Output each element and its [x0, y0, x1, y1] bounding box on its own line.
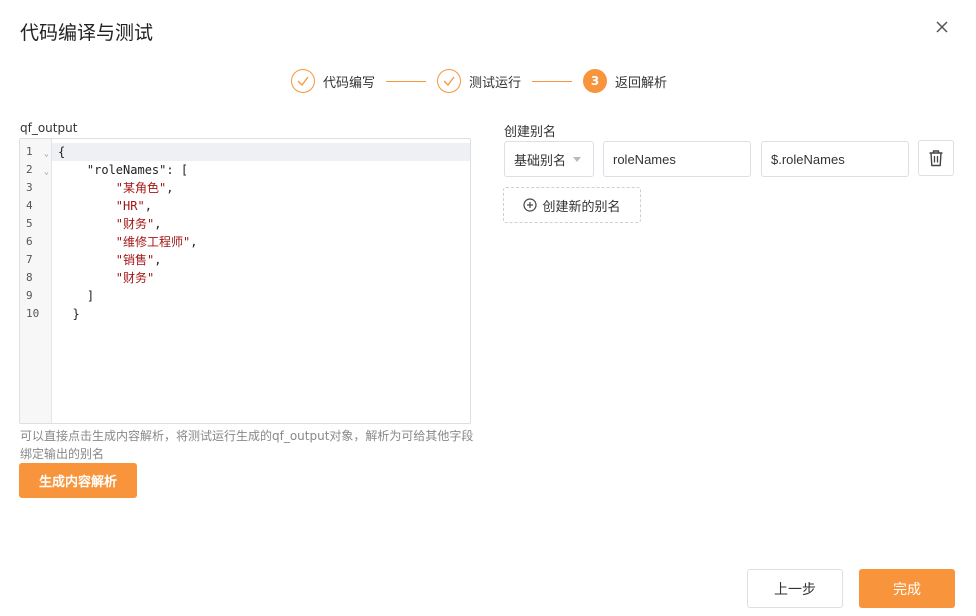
code-line: "财务", — [58, 215, 162, 233]
add-alias-label: 创建新的别名 — [542, 199, 621, 215]
step-divider — [386, 80, 427, 82]
add-alias-button[interactable]: 创建新的别名 — [503, 187, 641, 223]
step-divider — [532, 80, 573, 82]
code-line: { — [58, 143, 65, 161]
code-token: , — [144, 199, 152, 213]
line-number: 3 — [26, 181, 33, 194]
code-string: "销售" — [115, 253, 155, 267]
dialog-title: 代码编译与测试 — [20, 22, 154, 44]
line-number: 4 — [26, 199, 33, 212]
step-label-code: 代码编写 — [323, 75, 376, 91]
line-number: 9 — [26, 289, 33, 302]
alias-type-select[interactable]: 基础别名 — [504, 141, 594, 177]
code-line: "roleNames": [ — [58, 161, 188, 179]
plus-circle-icon — [523, 198, 538, 212]
line-number: 1 — [26, 145, 33, 158]
delete-alias-button[interactable] — [918, 140, 954, 176]
check-icon — [291, 69, 315, 93]
code-string: "财务" — [115, 217, 155, 231]
code-line: "销售", — [58, 251, 162, 269]
code-token: , — [166, 181, 174, 195]
generate-parse-button[interactable]: 生成内容解析 — [19, 463, 137, 498]
editor-label: qf_output — [20, 121, 78, 135]
done-button[interactable]: 完成 — [859, 569, 955, 608]
line-number: 2 — [26, 163, 33, 176]
code-line: ] — [58, 287, 94, 305]
step-number-badge: 3 — [583, 69, 608, 93]
active-line-highlight — [52, 143, 470, 161]
hint-text: 可以直接点击生成内容解析，将测试运行生成的qf_output对象，解析为可给其他… — [20, 429, 474, 461]
trash-icon — [929, 150, 943, 167]
code-string: "某角色" — [115, 181, 167, 195]
code-line: "财务" — [58, 269, 154, 287]
line-number: 6 — [26, 235, 33, 248]
stepper: 代码编写 测试运行 3 返回解析 — [291, 69, 667, 93]
code-line: "HR", — [58, 197, 152, 215]
code-line: } — [58, 305, 80, 323]
close-icon[interactable] — [934, 19, 950, 35]
code-token: } — [58, 307, 80, 321]
code-token: , — [154, 253, 162, 267]
previous-step-button[interactable]: 上一步 — [747, 569, 843, 608]
alias-section-label: 创建别名 — [504, 125, 557, 140]
line-number: 5 — [26, 217, 33, 230]
code-editor[interactable]: 1 ⌄{2 ⌄ "roleNames": [3 "某角色", 4 "HR", 5 "财务… — [19, 138, 471, 424]
code-token: , — [190, 235, 198, 249]
code-token: { — [58, 145, 66, 159]
code-string: "HR" — [115, 199, 145, 213]
code-string: "维修工程师" — [115, 235, 191, 249]
code-token: ] — [58, 289, 95, 303]
step-label-test: 测试运行 — [469, 75, 522, 91]
code-string: "财务" — [115, 271, 155, 285]
code-line: "维修工程师", — [58, 233, 198, 251]
alias-type-value: 基础别名 — [514, 153, 567, 169]
code-line: "某角色", — [58, 179, 174, 197]
alias-name-input[interactable] — [603, 141, 751, 177]
code-token: , — [154, 217, 162, 231]
alias-path-input[interactable] — [761, 141, 909, 177]
step-label-parse: 返回解析 — [615, 75, 668, 91]
line-number: 10 — [26, 307, 40, 320]
caret-down-icon — [573, 157, 581, 162]
code-token: "roleNames": [ — [58, 163, 189, 177]
line-number: 7 — [26, 253, 33, 266]
check-icon — [437, 69, 462, 93]
line-number: 8 — [26, 271, 33, 284]
